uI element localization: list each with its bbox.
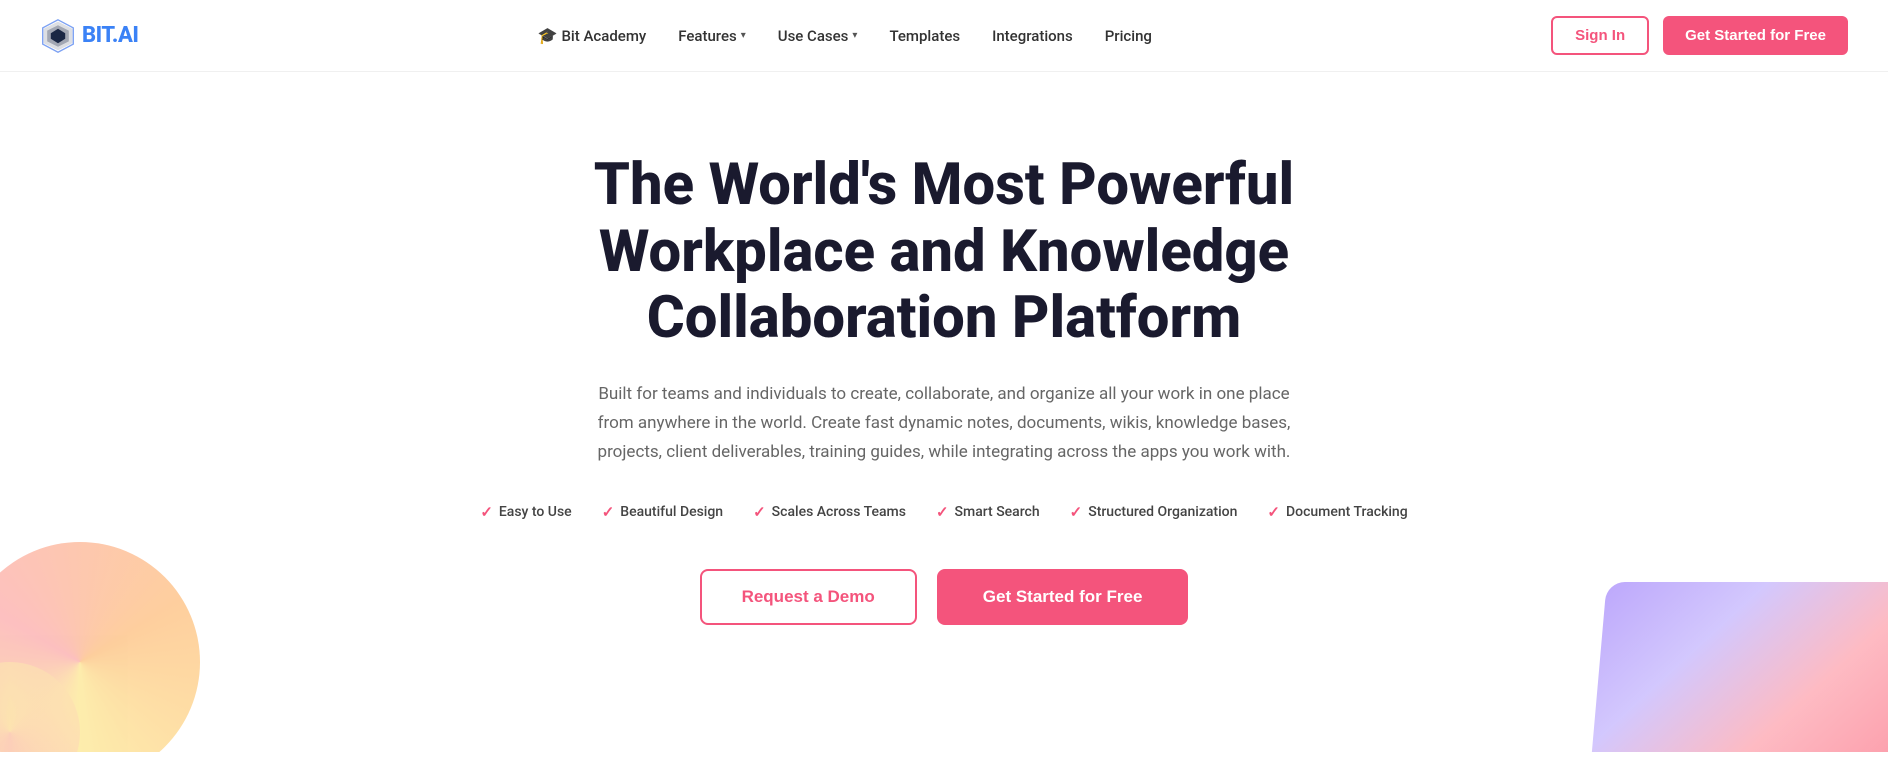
nav-actions: Sign In Get Started for Free — [1551, 16, 1848, 55]
nav-item-pricing[interactable]: Pricing — [1105, 27, 1152, 45]
get-started-hero-button[interactable]: Get Started for Free — [937, 569, 1189, 625]
nav-link-use-cases[interactable]: Use Cases ▾ — [778, 27, 858, 45]
logo-text: BIT.AI — [82, 23, 138, 48]
check-icon-document-tracking: ✓ — [1267, 503, 1280, 521]
decorative-blob-left — [0, 542, 200, 752]
nav-link-integrations[interactable]: Integrations — [992, 27, 1073, 45]
nav-links: 🎓 Bit Academy Features ▾ Use Cases ▾ Tem… — [538, 26, 1152, 45]
nav-item-use-cases[interactable]: Use Cases ▾ — [778, 27, 858, 45]
signin-button[interactable]: Sign In — [1551, 16, 1649, 55]
nav-link-bit-academy[interactable]: 🎓 Bit Academy — [538, 26, 647, 45]
feature-beautiful-design: ✓ Beautiful Design — [602, 503, 723, 521]
hero-section: The World's Most Powerful Workplace and … — [0, 72, 1888, 752]
features-chevron-icon: ▾ — [741, 30, 746, 41]
check-icon-scales-across-teams: ✓ — [753, 503, 766, 521]
hero-buttons: Request a Demo Get Started for Free — [700, 569, 1189, 625]
check-icon-beautiful-design: ✓ — [602, 503, 615, 521]
check-icon-structured-organization: ✓ — [1070, 503, 1083, 521]
feature-scales-across-teams: ✓ Scales Across Teams — [753, 503, 906, 521]
feature-structured-organization: ✓ Structured Organization — [1070, 503, 1238, 521]
nav-item-integrations[interactable]: Integrations — [992, 27, 1073, 45]
hero-title: The World's Most Powerful Workplace and … — [494, 152, 1394, 352]
check-icon-easy-to-use: ✓ — [480, 503, 493, 521]
main-nav: BIT.AI 🎓 Bit Academy Features ▾ Use Case… — [0, 0, 1888, 72]
feature-smart-search: ✓ Smart Search — [936, 503, 1040, 521]
check-icon-smart-search: ✓ — [936, 503, 949, 521]
decorative-blob-right — [1589, 582, 1888, 752]
hero-features-list: ✓ Easy to Use ✓ Beautiful Design ✓ Scale… — [480, 503, 1407, 521]
nav-link-features[interactable]: Features ▾ — [678, 27, 746, 45]
nav-item-templates[interactable]: Templates — [889, 27, 960, 45]
request-demo-button[interactable]: Request a Demo — [700, 569, 917, 625]
hero-subtitle: Built for teams and individuals to creat… — [584, 380, 1304, 467]
nav-item-features[interactable]: Features ▾ — [678, 27, 746, 45]
feature-document-tracking: ✓ Document Tracking — [1267, 503, 1407, 521]
nav-item-bit-academy[interactable]: 🎓 Bit Academy — [538, 26, 647, 45]
nav-link-templates[interactable]: Templates — [889, 27, 960, 45]
feature-easy-to-use: ✓ Easy to Use — [480, 503, 571, 521]
hero-content: The World's Most Powerful Workplace and … — [480, 152, 1407, 625]
nav-link-pricing[interactable]: Pricing — [1105, 27, 1152, 45]
logo[interactable]: BIT.AI — [40, 18, 138, 54]
get-started-nav-button[interactable]: Get Started for Free — [1663, 16, 1848, 55]
graduation-cap-icon: 🎓 — [538, 26, 558, 45]
use-cases-chevron-icon: ▾ — [852, 30, 857, 41]
decorative-blob-left-inner — [0, 662, 80, 752]
